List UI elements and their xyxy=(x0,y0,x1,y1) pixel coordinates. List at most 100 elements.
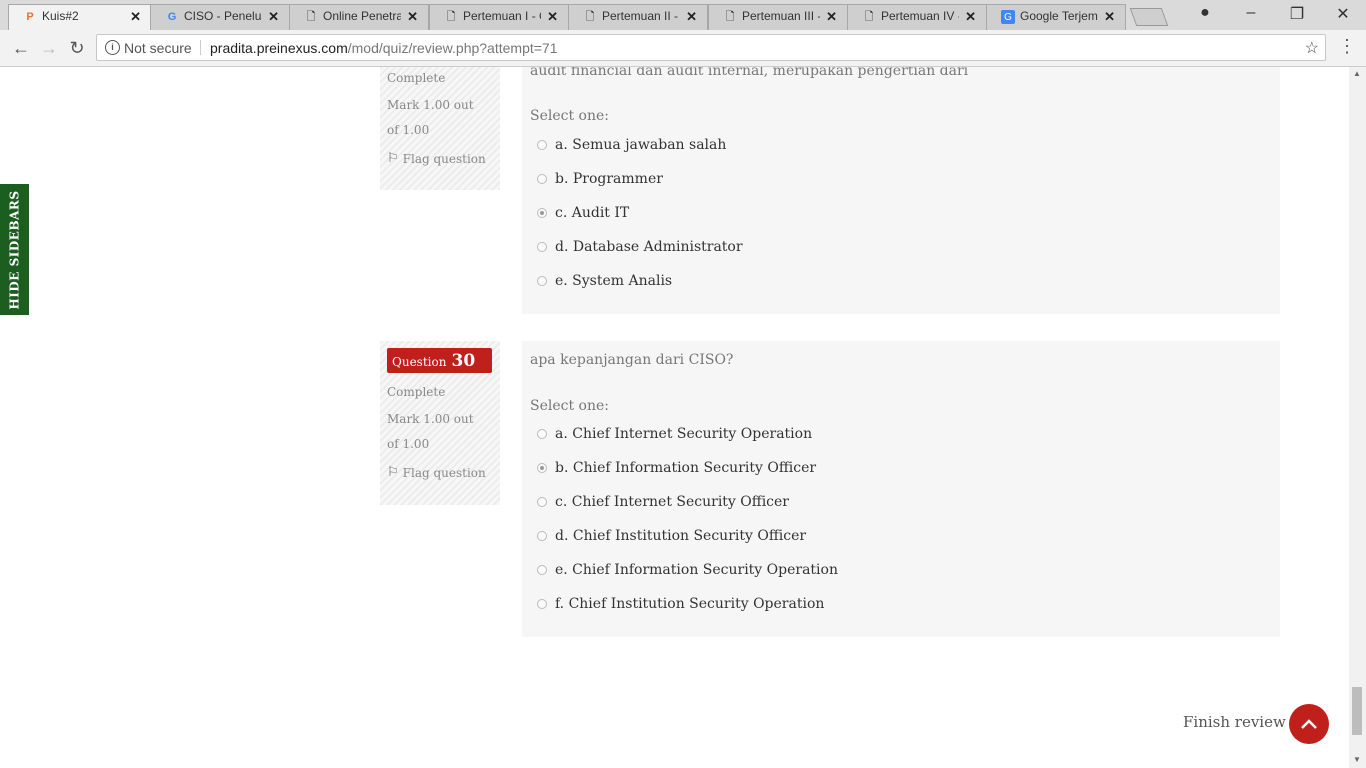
forward-arrow-icon[interactable]: → xyxy=(38,37,60,59)
answer-option[interactable]: b. Programmer xyxy=(530,170,1272,204)
tab-ciso[interactable]: G CISO - Penelusu ✕ xyxy=(150,4,290,30)
tab-close-icon[interactable]: ✕ xyxy=(686,9,697,25)
answer-text: d. Chief Institution Security Officer xyxy=(555,528,807,544)
hide-sidebars-button[interactable]: HIDE SIDEBARS xyxy=(0,184,29,315)
answer-text: a. Semua jawaban salah xyxy=(555,137,727,153)
question-content: audit financial dan audit internal, meru… xyxy=(522,67,1280,314)
finish-review-link[interactable]: Finish review xyxy=(1183,713,1286,731)
answer-option[interactable]: f. Chief Institution Security Operation xyxy=(530,595,1272,629)
url-text: pradita.preinexus.com/mod/quiz/review.ph… xyxy=(210,40,558,56)
answer-option[interactable]: d. Database Administrator xyxy=(530,238,1272,272)
tab-close-icon[interactable]: ✕ xyxy=(547,9,558,25)
scroll-up-arrow-icon[interactable]: ▲ xyxy=(1353,69,1361,78)
back-arrow-icon[interactable]: ← xyxy=(10,37,32,59)
answer-option[interactable]: b. Chief Information Security Officer xyxy=(530,459,1272,493)
tab-pertemuan-3[interactable]: 🗋 Pertemuan III - ✕ xyxy=(708,4,848,30)
answer-option[interactable]: c. Audit IT xyxy=(530,204,1272,238)
page-icon: 🗋 xyxy=(725,10,735,23)
question-grade: Mark 1.00 out of 1.00 xyxy=(387,412,474,451)
question-info-panel: Question 30 Complete Mark 1.00 out of 1.… xyxy=(380,341,500,505)
tab-close-icon[interactable]: ✕ xyxy=(1104,9,1115,25)
answer-text: a. Chief Internet Security Operation xyxy=(555,426,813,442)
select-one-label: Select one: xyxy=(530,398,610,414)
translate-favicon-icon: G xyxy=(1001,10,1015,24)
radio-button[interactable] xyxy=(537,140,547,150)
tab-google-terjemahan[interactable]: G Google Terjema ✕ xyxy=(986,4,1126,30)
info-icon[interactable]: i xyxy=(105,40,120,55)
tab-kuis[interactable]: P Kuis#2 ✕ xyxy=(8,4,152,30)
answer-text: e. Chief Information Security Operation xyxy=(555,562,838,578)
radio-button[interactable] xyxy=(537,497,547,507)
tab-close-icon[interactable]: ✕ xyxy=(407,9,418,25)
flag-icon: ⚐ xyxy=(387,465,399,480)
more-menu-icon[interactable]: ⋮ xyxy=(1338,36,1356,57)
answer-option[interactable]: a. Semua jawaban salah xyxy=(530,136,1272,170)
page-icon: 🗋 xyxy=(864,10,874,23)
answer-option[interactable]: e. System Analis xyxy=(530,272,1272,306)
radio-button[interactable] xyxy=(537,565,547,575)
chevron-up-icon xyxy=(1301,719,1317,729)
flag-icon: ⚐ xyxy=(387,151,399,166)
answer-text: c. Audit IT xyxy=(555,205,630,221)
answer-text: e. System Analis xyxy=(555,273,673,289)
minimize-icon[interactable]: – xyxy=(1236,4,1266,22)
tab-title: Pertemuan I - C xyxy=(463,9,541,23)
divider xyxy=(200,40,201,55)
answer-text: c. Chief Internet Security Officer xyxy=(555,494,790,510)
tab-title: Online Penetrat xyxy=(323,9,401,23)
answer-option[interactable]: c. Chief Internet Security Officer xyxy=(530,493,1272,527)
radio-button-selected[interactable] xyxy=(537,208,547,218)
url-path: /mod/quiz/review.php?attempt=71 xyxy=(347,40,558,56)
restore-icon[interactable]: ❐ xyxy=(1282,4,1312,24)
radio-button[interactable] xyxy=(537,242,547,252)
tab-close-icon[interactable]: ✕ xyxy=(965,9,976,25)
close-window-icon[interactable]: ✕ xyxy=(1328,4,1358,24)
tab-close-icon[interactable]: ✕ xyxy=(826,9,837,25)
bookmark-star-icon[interactable]: ☆ xyxy=(1305,38,1319,58)
radio-button[interactable] xyxy=(537,174,547,184)
new-tab-button[interactable] xyxy=(1129,8,1169,26)
security-label: Not secure xyxy=(124,40,192,56)
tab-pertemuan-2[interactable]: 🗋 Pertemuan II - ✕ xyxy=(568,4,708,30)
answer-option[interactable]: d. Chief Institution Security Officer xyxy=(530,527,1272,561)
question-state: Complete xyxy=(387,385,446,399)
scroll-down-arrow-icon[interactable]: ▼ xyxy=(1353,755,1361,764)
vertical-scrollbar[interactable]: ▲ ▼ xyxy=(1349,67,1366,768)
profile-icon[interactable]: ● xyxy=(1190,4,1220,22)
question-content: apa kepanjangan dari CISO? Select one: a… xyxy=(522,341,1280,637)
tab-close-icon[interactable]: ✕ xyxy=(268,9,279,25)
answer-list: a. Semua jawaban salah b. Programmer c. … xyxy=(530,136,1272,306)
flag-question-link[interactable]: ⚐ Flag question xyxy=(387,465,493,480)
tab-pertemuan-4[interactable]: 🗋 Pertemuan IV - ✕ xyxy=(847,4,987,30)
radio-button[interactable] xyxy=(537,276,547,286)
radio-button[interactable] xyxy=(537,599,547,609)
answer-list: a. Chief Internet Security Operation b. … xyxy=(530,425,1272,629)
tab-title: CISO - Penelusu xyxy=(184,9,262,23)
flag-question-link[interactable]: ⚐ Flag question xyxy=(387,151,493,166)
google-favicon-icon: G xyxy=(167,11,177,23)
tab-pertemuan-1[interactable]: 🗋 Pertemuan I - C ✕ xyxy=(429,4,569,30)
tab-close-icon[interactable]: ✕ xyxy=(130,9,141,25)
question-number: 30 xyxy=(451,351,476,371)
select-one-label: Select one: xyxy=(530,108,610,124)
tab-title: Google Terjema xyxy=(1020,9,1098,23)
tab-online-penetrat[interactable]: 🗋 Online Penetrat ✕ xyxy=(289,4,429,30)
scrollbar-thumb[interactable] xyxy=(1352,687,1362,735)
address-bar[interactable]: i Not secure pradita.preinexus.com/mod/q… xyxy=(96,34,1326,61)
answer-text: b. Programmer xyxy=(555,171,663,187)
question-state: Complete xyxy=(387,71,446,85)
question-text: apa kepanjangan dari CISO? xyxy=(530,352,734,368)
radio-button[interactable] xyxy=(537,429,547,439)
back-to-top-button[interactable] xyxy=(1289,704,1329,744)
page-content: HIDE SIDEBARS Complete Mark 1.00 out of … xyxy=(0,67,1366,768)
radio-button[interactable] xyxy=(537,531,547,541)
page-icon: 🗋 xyxy=(306,10,316,23)
answer-option[interactable]: a. Chief Internet Security Operation xyxy=(530,425,1272,459)
hide-sidebars-label: HIDE SIDEBARS xyxy=(7,189,22,310)
question-label: Question xyxy=(392,355,447,369)
tab-title: Kuis#2 xyxy=(42,9,79,23)
moodle-favicon-icon: P xyxy=(26,11,34,23)
reload-icon[interactable]: ↻ xyxy=(66,37,88,59)
answer-option[interactable]: e. Chief Information Security Operation xyxy=(530,561,1272,595)
radio-button-selected[interactable] xyxy=(537,463,547,473)
